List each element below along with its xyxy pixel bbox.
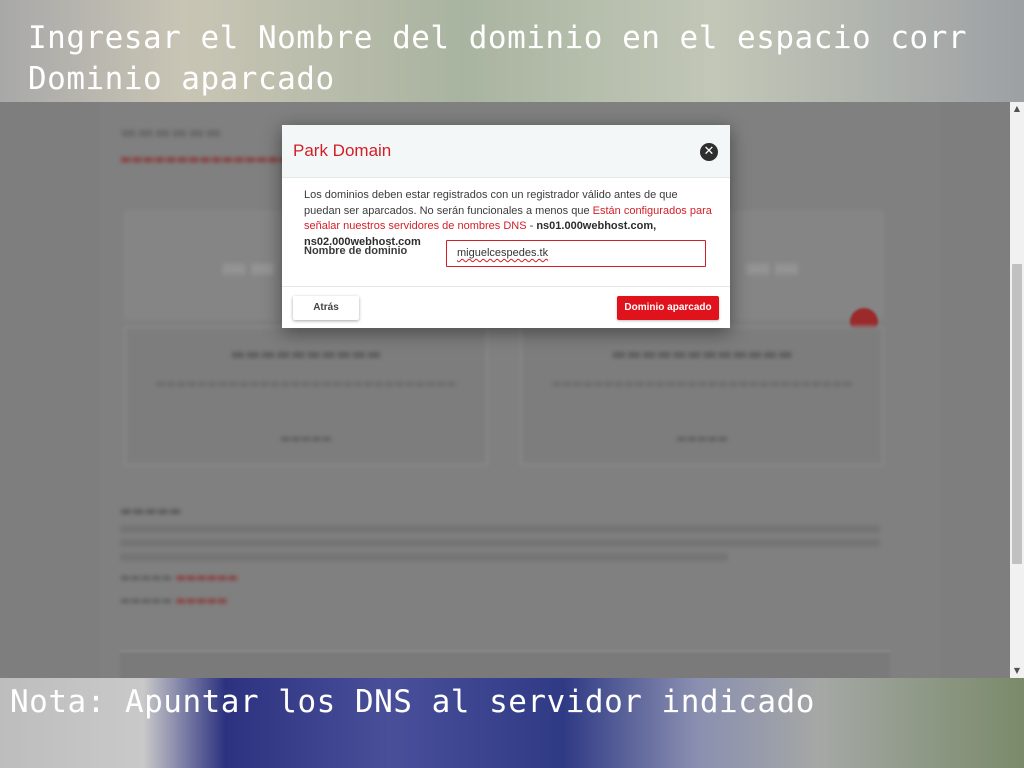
background-card-title: ▬▬▬▬▬▬▬▬▬▬▬▬ xyxy=(611,344,793,363)
background-hero-text-left: ▬▬ xyxy=(220,250,277,285)
modal-footer: Atrás Dominio aparcado xyxy=(282,286,730,329)
scroll-down-arrow-icon[interactable]: ▼ xyxy=(1010,664,1024,678)
park-domain-button[interactable]: Dominio aparcado xyxy=(617,296,719,320)
domain-name-label: Nombre de dominio xyxy=(304,245,408,257)
background-card-text: ▬▬▬▬▬▬▬▬▬▬▬▬▬▬▬▬▬▬▬▬▬▬▬▬▬▬▬▬▬ xyxy=(155,377,457,390)
background-card-right: ▬▬▬▬▬▬▬▬▬▬▬▬ ▬▬▬▬▬▬▬▬▬▬▬▬▬▬▬▬▬▬▬▬▬▬▬▬▬▬▬… xyxy=(520,326,884,466)
domain-name-input[interactable]: miguelcespedes.tk xyxy=(446,240,706,267)
back-button[interactable]: Atrás xyxy=(293,296,359,320)
background-subtitle: ▬▬▬▬▬▬▬▬▬▬▬▬▬▬▬ xyxy=(120,152,291,166)
background-card-link: ▬▬▬▬▬ xyxy=(280,432,332,445)
modal-title: Park Domain xyxy=(293,141,392,160)
background-card-link: ▬▬▬▬▬ xyxy=(676,432,728,445)
background-section-item: ▬▬▬▬▬ ▬▬▬▬▬▬ xyxy=(120,571,238,584)
modal-header: Park Domain ✕ xyxy=(282,125,730,178)
top-caption-line-2: Dominio aparcado xyxy=(28,61,335,97)
background-section-line xyxy=(120,553,728,561)
scroll-up-arrow-icon[interactable]: ▲ xyxy=(1010,102,1024,116)
background-title: ▬▬▬▬▬▬ xyxy=(120,122,223,143)
background-section-line xyxy=(120,525,880,533)
bottom-caption: Nota: Apuntar los DNS al servidor indica… xyxy=(10,684,815,720)
background-hero-text-right: ▬▬ xyxy=(744,250,801,285)
domain-name-value: miguelcespedes.tk xyxy=(457,247,549,259)
top-caption: Ingresar el Nombre del dominio en el esp… xyxy=(28,18,967,100)
background-card-left: ▬▬▬▬▬▬▬▬▬▬ ▬▬▬▬▬▬▬▬▬▬▬▬▬▬▬▬▬▬▬▬▬▬▬▬▬▬▬▬▬… xyxy=(124,326,488,466)
park-domain-modal: Park Domain ✕ Los dominios deben estar r… xyxy=(282,125,730,328)
background-table-header xyxy=(120,650,890,678)
modal-body: Los dominios deben estar registrados con… xyxy=(282,178,730,286)
background-section: ▬▬▬▬▬ ▬▬▬▬▬ ▬▬▬▬▬▬ ▬▬▬▬▬ ▬▬▬▬▬ xyxy=(120,504,880,607)
top-caption-band: Ingresar el Nombre del dominio en el esp… xyxy=(0,0,1024,102)
background-section-line xyxy=(120,539,880,547)
modal-description-separator: - xyxy=(526,220,537,232)
bottom-caption-band: Nota: Apuntar los DNS al servidor indica… xyxy=(0,678,1024,768)
background-section-title: ▬▬▬▬▬ xyxy=(120,504,182,519)
page-scrollbar[interactable]: ▲ ▼ xyxy=(1010,102,1024,678)
top-caption-line-1: Ingresar el Nombre del dominio en el esp… xyxy=(28,20,968,56)
scrollbar-thumb[interactable] xyxy=(1012,264,1022,564)
background-card-title: ▬▬▬▬▬▬▬▬▬▬ xyxy=(230,344,382,363)
background-card-text: ▬▬▬▬▬▬▬▬▬▬▬▬▬▬▬▬▬▬▬▬▬▬▬▬▬▬▬▬▬ xyxy=(551,377,853,390)
background-section-item: ▬▬▬▬▬ ▬▬▬▬▬ xyxy=(120,594,228,607)
close-icon[interactable]: ✕ xyxy=(700,143,718,161)
